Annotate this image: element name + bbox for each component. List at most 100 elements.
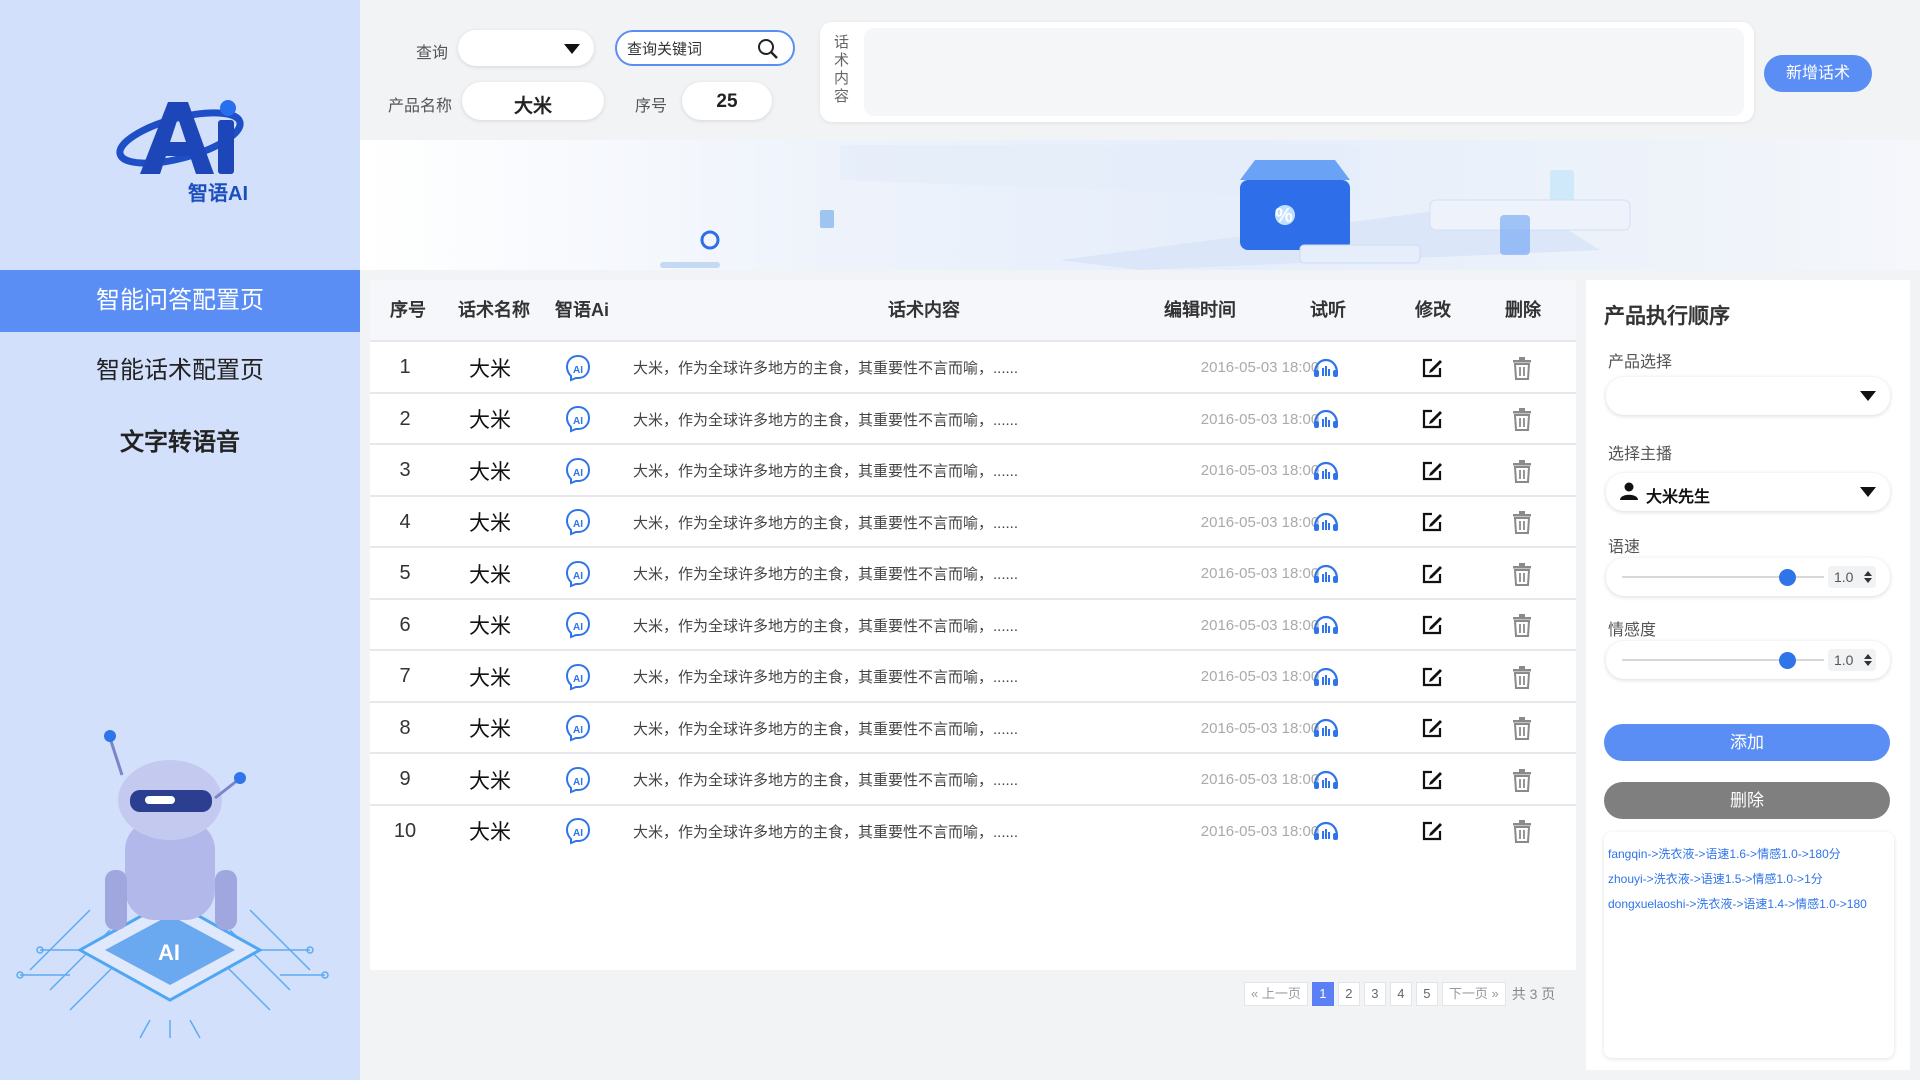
edit-icon[interactable]: [1412, 806, 1452, 858]
trash-icon[interactable]: [1502, 394, 1542, 446]
edit-icon[interactable]: [1412, 497, 1452, 549]
chevron-down-icon: [564, 44, 580, 54]
product-name-field[interactable]: 大米: [462, 82, 604, 120]
listen-headphones-icon[interactable]: [1306, 703, 1346, 755]
delete-button[interactable]: 删除: [1604, 782, 1890, 819]
product-select[interactable]: [1606, 377, 1890, 415]
row-edit-time: 2016-05-03 18:00: [1200, 822, 1320, 840]
brand-logo-text: 智语AI: [188, 183, 248, 205]
zhiyu-ai-icon[interactable]: AI: [562, 754, 594, 806]
edit-icon[interactable]: [1412, 394, 1452, 446]
zhiyu-ai-icon[interactable]: AI: [562, 806, 594, 858]
nav-item-script-config[interactable]: 智能话术配置页: [0, 340, 360, 402]
zhiyu-ai-icon[interactable]: AI: [562, 703, 594, 755]
row-edit-time: 2016-05-03 18:00: [1200, 410, 1320, 428]
script-content-textarea[interactable]: [864, 28, 1744, 116]
search-input[interactable]: [627, 38, 747, 60]
trash-icon[interactable]: [1502, 806, 1542, 858]
page-button-5[interactable]: 5: [1415, 982, 1438, 1006]
row-index: 3: [399, 459, 411, 482]
banner-illustration: %: [360, 140, 1920, 270]
trash-icon[interactable]: [1502, 497, 1542, 549]
product-name-label: 产品名称: [388, 98, 453, 115]
zhiyu-ai-icon[interactable]: AI: [562, 445, 594, 497]
zhiyu-ai-icon[interactable]: AI: [562, 600, 594, 652]
add-button[interactable]: 添加: [1604, 724, 1890, 761]
trash-icon[interactable]: [1502, 600, 1542, 652]
log-line[interactable]: fangqin->洗衣液->语速1.6->情感1.0->180分: [1608, 842, 1890, 867]
stepper-down-icon[interactable]: [1864, 661, 1872, 666]
zhiyu-ai-icon[interactable]: AI: [562, 548, 594, 600]
svg-text:%: %: [1275, 205, 1293, 227]
search-icon[interactable]: [757, 38, 779, 60]
nav-item-qa-config[interactable]: 智能问答配置页: [0, 270, 360, 332]
listen-headphones-icon[interactable]: [1306, 445, 1346, 497]
next-page-button[interactable]: 下一页 »: [1441, 982, 1506, 1006]
zhiyu-ai-icon[interactable]: AI: [562, 497, 594, 549]
edit-icon[interactable]: [1412, 445, 1452, 497]
trash-icon[interactable]: [1502, 651, 1542, 703]
listen-headphones-icon[interactable]: [1306, 342, 1346, 394]
column-header-edit: 修改: [1415, 300, 1451, 320]
speed-slider-handle[interactable]: [1778, 569, 1796, 586]
log-line[interactable]: dongxuelaoshi->洗衣液->语速1.4->情感1.0->180: [1608, 892, 1890, 917]
edit-icon[interactable]: [1412, 703, 1452, 755]
user-icon: [1620, 482, 1638, 500]
product-select-label: 产品选择: [1608, 354, 1673, 371]
shopping-banner-icon: %: [660, 145, 1631, 270]
row-edit-time: 2016-05-03 18:00: [1200, 719, 1320, 737]
listen-headphones-icon[interactable]: [1306, 394, 1346, 446]
edit-icon[interactable]: [1412, 754, 1452, 806]
page-button-3[interactable]: 3: [1363, 982, 1386, 1006]
edit-icon[interactable]: [1412, 600, 1452, 652]
page-button-1[interactable]: 1: [1311, 982, 1334, 1006]
listen-headphones-icon[interactable]: [1306, 651, 1346, 703]
emotion-slider-handle[interactable]: [1778, 652, 1796, 669]
zhiyu-ai-icon[interactable]: AI: [562, 394, 594, 446]
edit-icon[interactable]: [1412, 548, 1452, 600]
listen-headphones-icon[interactable]: [1306, 548, 1346, 600]
table-row: 2 大米 AI 大米，作为全球许多地方的主食，其重要性不言而喻，...... 2…: [370, 391, 1576, 446]
zhiyu-ai-icon[interactable]: AI: [562, 342, 594, 394]
product-name-value: 大米: [513, 96, 552, 117]
nav-item-text-to-speech[interactable]: 文字转语音: [0, 412, 360, 474]
row-index: 5: [399, 562, 411, 585]
trash-icon[interactable]: [1502, 342, 1542, 394]
row-script-name: 大米: [469, 718, 511, 742]
prev-page-button[interactable]: « 上一页: [1244, 982, 1308, 1006]
trash-icon[interactable]: [1502, 548, 1542, 600]
anchor-select[interactable]: 大米先生: [1606, 473, 1890, 511]
column-header-listen: 试听: [1310, 300, 1346, 320]
speed-stepper[interactable]: 1.0: [1828, 566, 1876, 588]
table-row: 5 大米 AI 大米，作为全球许多地方的主食，其重要性不言而喻，...... 2…: [370, 546, 1576, 598]
stepper-up-icon[interactable]: [1864, 654, 1872, 659]
trash-icon[interactable]: [1502, 703, 1542, 755]
add-script-button[interactable]: 新增话术: [1764, 55, 1872, 92]
edit-icon[interactable]: [1412, 651, 1452, 703]
speed-value: 1.0: [1834, 569, 1854, 585]
query-select[interactable]: [458, 30, 594, 66]
edit-icon[interactable]: [1412, 342, 1452, 394]
trash-icon[interactable]: [1502, 754, 1542, 806]
page-button-2[interactable]: 2: [1337, 982, 1360, 1006]
emotion-stepper[interactable]: 1.0: [1828, 649, 1876, 671]
listen-headphones-icon[interactable]: [1306, 497, 1346, 549]
table-row: 10 大米 AI 大米，作为全球许多地方的主食，其重要性不言而喻，...... …: [370, 803, 1576, 858]
svg-text:AI: AI: [573, 725, 583, 736]
log-line[interactable]: zhouyi->洗衣液->语速1.5->情感1.0->1分: [1608, 867, 1890, 892]
page-button-4[interactable]: 4: [1389, 982, 1412, 1006]
zhiyu-ai-icon[interactable]: AI: [562, 651, 594, 703]
trash-icon[interactable]: [1502, 445, 1542, 497]
query-label: 查询: [416, 45, 449, 62]
row-script-name: 大米: [469, 512, 511, 536]
row-index: 10: [393, 819, 417, 842]
stepper-down-icon[interactable]: [1864, 578, 1872, 583]
listen-headphones-icon[interactable]: [1306, 806, 1346, 858]
listen-headphones-icon[interactable]: [1306, 600, 1346, 652]
search-box[interactable]: [615, 30, 795, 66]
table-row: 3 大米 AI 大米，作为全球许多地方的主食，其重要性不言而喻，...... 2…: [370, 443, 1576, 495]
sequence-value: 25: [716, 91, 738, 112]
sequence-field[interactable]: 25: [682, 82, 772, 120]
listen-headphones-icon[interactable]: [1306, 754, 1346, 806]
stepper-up-icon[interactable]: [1864, 571, 1872, 576]
